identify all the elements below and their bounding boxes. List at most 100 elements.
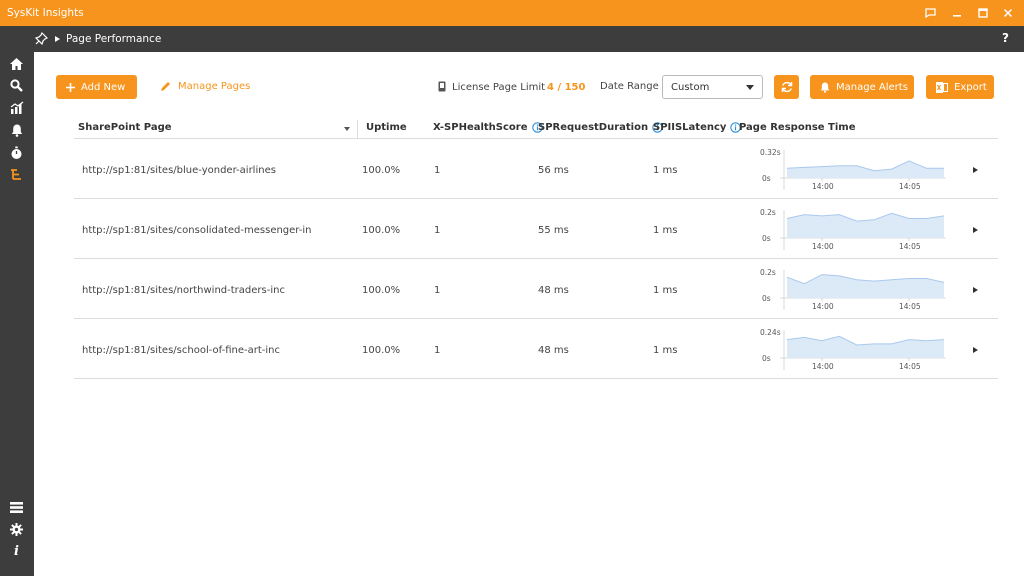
sidebar-item-list[interactable] [9, 500, 24, 515]
y-max-label: 0.24s [760, 328, 781, 337]
y-min-label: 0s [762, 354, 771, 363]
export-button[interactable]: Export [926, 75, 994, 99]
manage-alerts-button[interactable]: Manage Alerts [810, 75, 914, 99]
sidebar-item-search[interactable] [9, 78, 24, 93]
row-expand-arrow-icon[interactable] [973, 167, 978, 173]
column-header-iis-latency[interactable]: SPIISLatency [653, 122, 742, 133]
y-max-label: 0.2s [760, 208, 776, 217]
cell-page-url[interactable]: http://sp1:81/sites/blue-yonder-airlines [82, 165, 276, 176]
response-time-sparkline[interactable]: 0.32s 0s 14:00 14:05 [734, 146, 954, 190]
response-time-sparkline[interactable]: 0.2s 0s 14:00 14:05 [734, 206, 954, 250]
header-divider [74, 138, 998, 139]
chart-icon [10, 101, 23, 114]
cell-request-duration: 48 ms [538, 345, 569, 356]
excel-icon [936, 81, 948, 93]
date-range-select[interactable]: Custom [662, 75, 763, 99]
response-time-sparkline[interactable]: 0.24s 0s 14:00 14:05 [734, 326, 954, 370]
x-tick-label: 14:05 [899, 182, 921, 190]
cell-health-score: 1 [434, 225, 441, 236]
pin-icon[interactable] [34, 31, 49, 46]
column-header-health-score[interactable]: X-SPHealthScore [433, 122, 543, 133]
column-header-uptime[interactable]: Uptime [366, 122, 407, 133]
x-tick-label: 14:00 [812, 182, 834, 190]
sidebar: i [0, 52, 34, 576]
refresh-button[interactable] [774, 75, 799, 99]
response-area [787, 160, 944, 178]
date-range-label: Date Range [600, 81, 659, 92]
cell-page-url[interactable]: http://sp1:81/sites/consolidated-messeng… [82, 225, 312, 236]
title-bar: SysKit Insights [0, 0, 1024, 26]
tree-icon [11, 169, 21, 180]
info-icon: i [14, 544, 19, 559]
add-new-button[interactable]: Add New [56, 75, 137, 99]
row-divider [74, 258, 998, 259]
pencil-icon [160, 81, 171, 92]
sidebar-item-alerts[interactable] [9, 123, 24, 138]
bell-icon [11, 124, 22, 137]
cell-iis-latency: 1 ms [653, 345, 678, 356]
x-tick-label: 14:00 [812, 362, 834, 370]
cell-uptime: 100.0% [362, 225, 401, 236]
breadcrumb-separator-icon [55, 36, 60, 42]
cell-iis-latency: 1 ms [653, 225, 678, 236]
cell-health-score: 1 [434, 345, 441, 356]
x-tick-label: 14:00 [812, 242, 834, 250]
column-header-request-duration[interactable]: SPRequestDuration [538, 122, 663, 133]
y-min-label: 0s [762, 294, 771, 303]
cell-iis-latency: 1 ms [653, 165, 678, 176]
stopwatch-icon [11, 146, 22, 159]
sidebar-item-page-performance[interactable] [9, 167, 24, 182]
sidebar-item-home[interactable] [9, 56, 24, 71]
column-header-sharepoint-page[interactable]: SharePoint Page [78, 122, 172, 133]
cell-health-score: 1 [434, 285, 441, 296]
license-value: 4 / 150 [547, 82, 586, 93]
row-expand-arrow-icon[interactable] [973, 287, 978, 293]
cell-request-duration: 56 ms [538, 165, 569, 176]
home-icon [10, 57, 23, 70]
row-divider [74, 198, 998, 199]
response-time-sparkline[interactable]: 0.2s 0s 14:00 14:05 [734, 266, 954, 310]
gear-icon [10, 523, 23, 536]
cell-request-duration: 48 ms [538, 285, 569, 296]
help-icon[interactable]: ? [1002, 31, 1009, 45]
close-icon[interactable] [1001, 6, 1015, 20]
license-icon [438, 81, 446, 95]
sidebar-item-performance[interactable] [9, 145, 24, 160]
bell-icon [820, 82, 830, 93]
page-title: Page Performance [66, 33, 162, 45]
x-tick-label: 14:00 [812, 302, 834, 310]
minimize-icon[interactable] [950, 6, 964, 20]
manage-pages-link[interactable]: Manage Pages [160, 81, 250, 92]
plus-icon [66, 82, 75, 92]
feedback-icon[interactable] [923, 6, 937, 20]
sidebar-item-reports[interactable] [9, 100, 24, 115]
row-divider [74, 378, 998, 379]
row-expand-arrow-icon[interactable] [973, 227, 978, 233]
row-expand-arrow-icon[interactable] [973, 347, 978, 353]
cell-uptime: 100.0% [362, 285, 401, 296]
column-header-response-time[interactable]: Page Response Time [739, 122, 855, 133]
y-max-label: 0.2s [760, 268, 776, 277]
response-area [787, 213, 944, 238]
x-tick-label: 14:05 [899, 242, 921, 250]
y-max-label: 0.32s [760, 148, 781, 157]
cell-page-url[interactable]: http://sp1:81/sites/school-of-fine-art-i… [82, 345, 280, 356]
cell-health-score: 1 [434, 165, 441, 176]
cell-request-duration: 55 ms [538, 225, 569, 236]
sort-down-icon[interactable] [344, 127, 350, 131]
sidebar-item-settings[interactable] [9, 522, 24, 537]
cell-page-url[interactable]: http://sp1:81/sites/northwind-traders-in… [82, 285, 285, 296]
chevron-down-icon [746, 85, 754, 90]
refresh-icon [781, 81, 792, 93]
response-area [787, 336, 944, 358]
y-min-label: 0s [762, 174, 771, 183]
row-divider [74, 318, 998, 319]
maximize-icon[interactable] [976, 6, 990, 20]
sidebar-item-about[interactable]: i [9, 544, 24, 559]
x-tick-label: 14:05 [899, 362, 921, 370]
x-tick-label: 14:05 [899, 302, 921, 310]
app-title: SysKit Insights [7, 7, 84, 19]
license-label: License Page Limit [452, 82, 546, 93]
breadcrumb: Page Performance ? [0, 26, 1024, 52]
main-panel: Add New Manage Pages License Page Limit … [34, 52, 1024, 576]
